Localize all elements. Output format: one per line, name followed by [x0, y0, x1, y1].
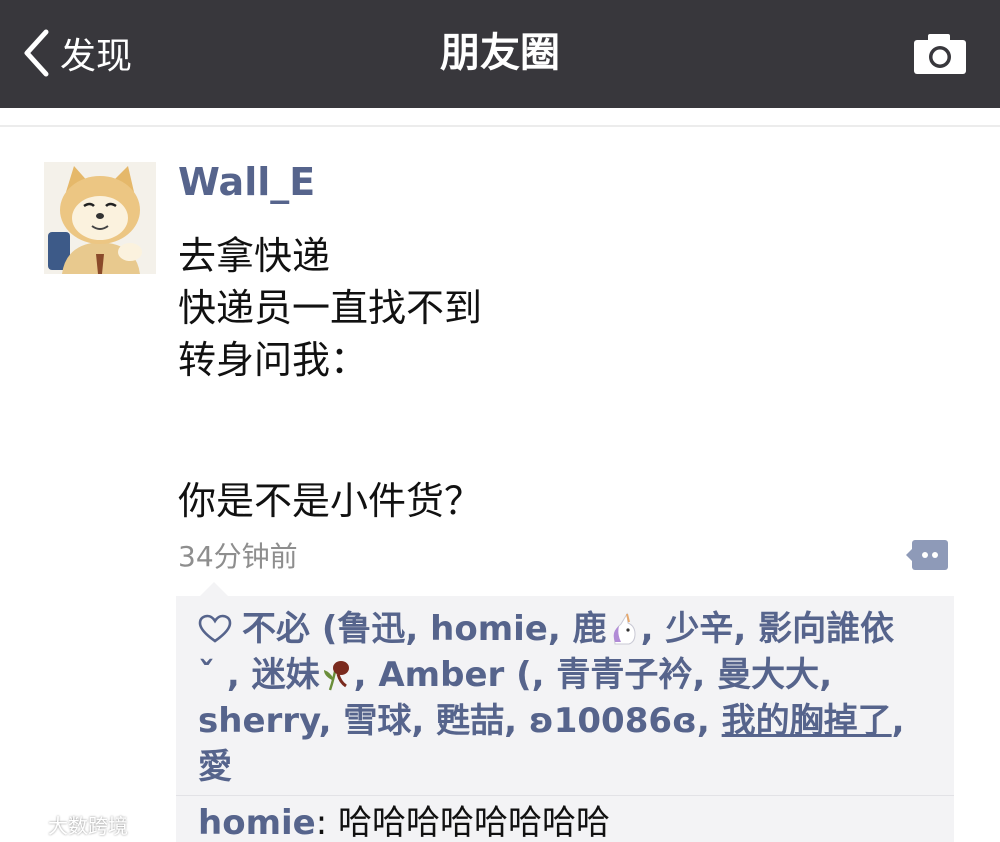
- like-name[interactable]: homie: [430, 609, 548, 649]
- like-name[interactable]: 愛: [198, 747, 232, 787]
- wilted-rose-emoji-icon: [323, 661, 349, 691]
- comment-text: 哈哈哈哈哈哈哈哈: [337, 803, 610, 842]
- like-name[interactable]: 迷妹: [252, 655, 320, 695]
- likes-list: 不必 (鲁迅, homie, 鹿 , 少辛, 影向誰依 ˇ , 迷妹 , Ambe…: [198, 609, 905, 787]
- page-title: 朋友圈: [440, 30, 560, 76]
- post-text-line: 转身问我：: [178, 338, 369, 382]
- comment-action-icon[interactable]: [906, 538, 950, 572]
- like-name[interactable]: 曼大大: [717, 655, 819, 695]
- like-name[interactable]: 鹿: [573, 609, 607, 649]
- panel-divider: [176, 795, 954, 796]
- unicorn-emoji-icon: [613, 612, 636, 645]
- post-author[interactable]: Wall_E: [178, 160, 315, 204]
- like-name[interactable]: 不必 (鲁迅: [242, 609, 405, 649]
- watermark: 大数跨境: [8, 810, 128, 838]
- like-name[interactable]: 我的胸掉了: [722, 701, 892, 741]
- like-name[interactable]: 雪球: [343, 701, 411, 741]
- watermark-logo-icon: [8, 814, 42, 834]
- like-name[interactable]: 影向誰依: [758, 609, 894, 649]
- avatar[interactable]: [44, 162, 156, 274]
- like-name[interactable]: ˇ: [198, 655, 215, 695]
- comment-author[interactable]: homie: [198, 803, 316, 842]
- like-name[interactable]: 少辛: [665, 609, 733, 649]
- panel-arrow: [200, 582, 228, 596]
- comment-item[interactable]: homie: 哈哈哈哈哈哈哈哈: [198, 800, 610, 842]
- watermark-text: 大数跨境: [48, 813, 128, 838]
- like-name[interactable]: sherry: [198, 701, 319, 741]
- shiba-dog-avatar-icon: [44, 162, 156, 274]
- like-name[interactable]: ʚ10086ɞ: [529, 701, 697, 741]
- nav-bar: 发现 朋友圈: [0, 0, 1000, 108]
- post-timestamp: 34分钟前: [178, 540, 298, 573]
- like-name[interactable]: 青青子衿: [556, 655, 692, 695]
- header-divider: [0, 125, 1000, 127]
- camera-icon[interactable]: [910, 30, 970, 78]
- like-name[interactable]: Amber (: [378, 655, 531, 695]
- heart-icon: [198, 614, 232, 643]
- post-text-line: 你是不是小件货？: [178, 479, 483, 523]
- like-name[interactable]: 甦喆: [436, 701, 504, 741]
- post-text-line: 去拿快递: [178, 234, 331, 278]
- post-text-line: 快递员一直找不到: [178, 286, 483, 330]
